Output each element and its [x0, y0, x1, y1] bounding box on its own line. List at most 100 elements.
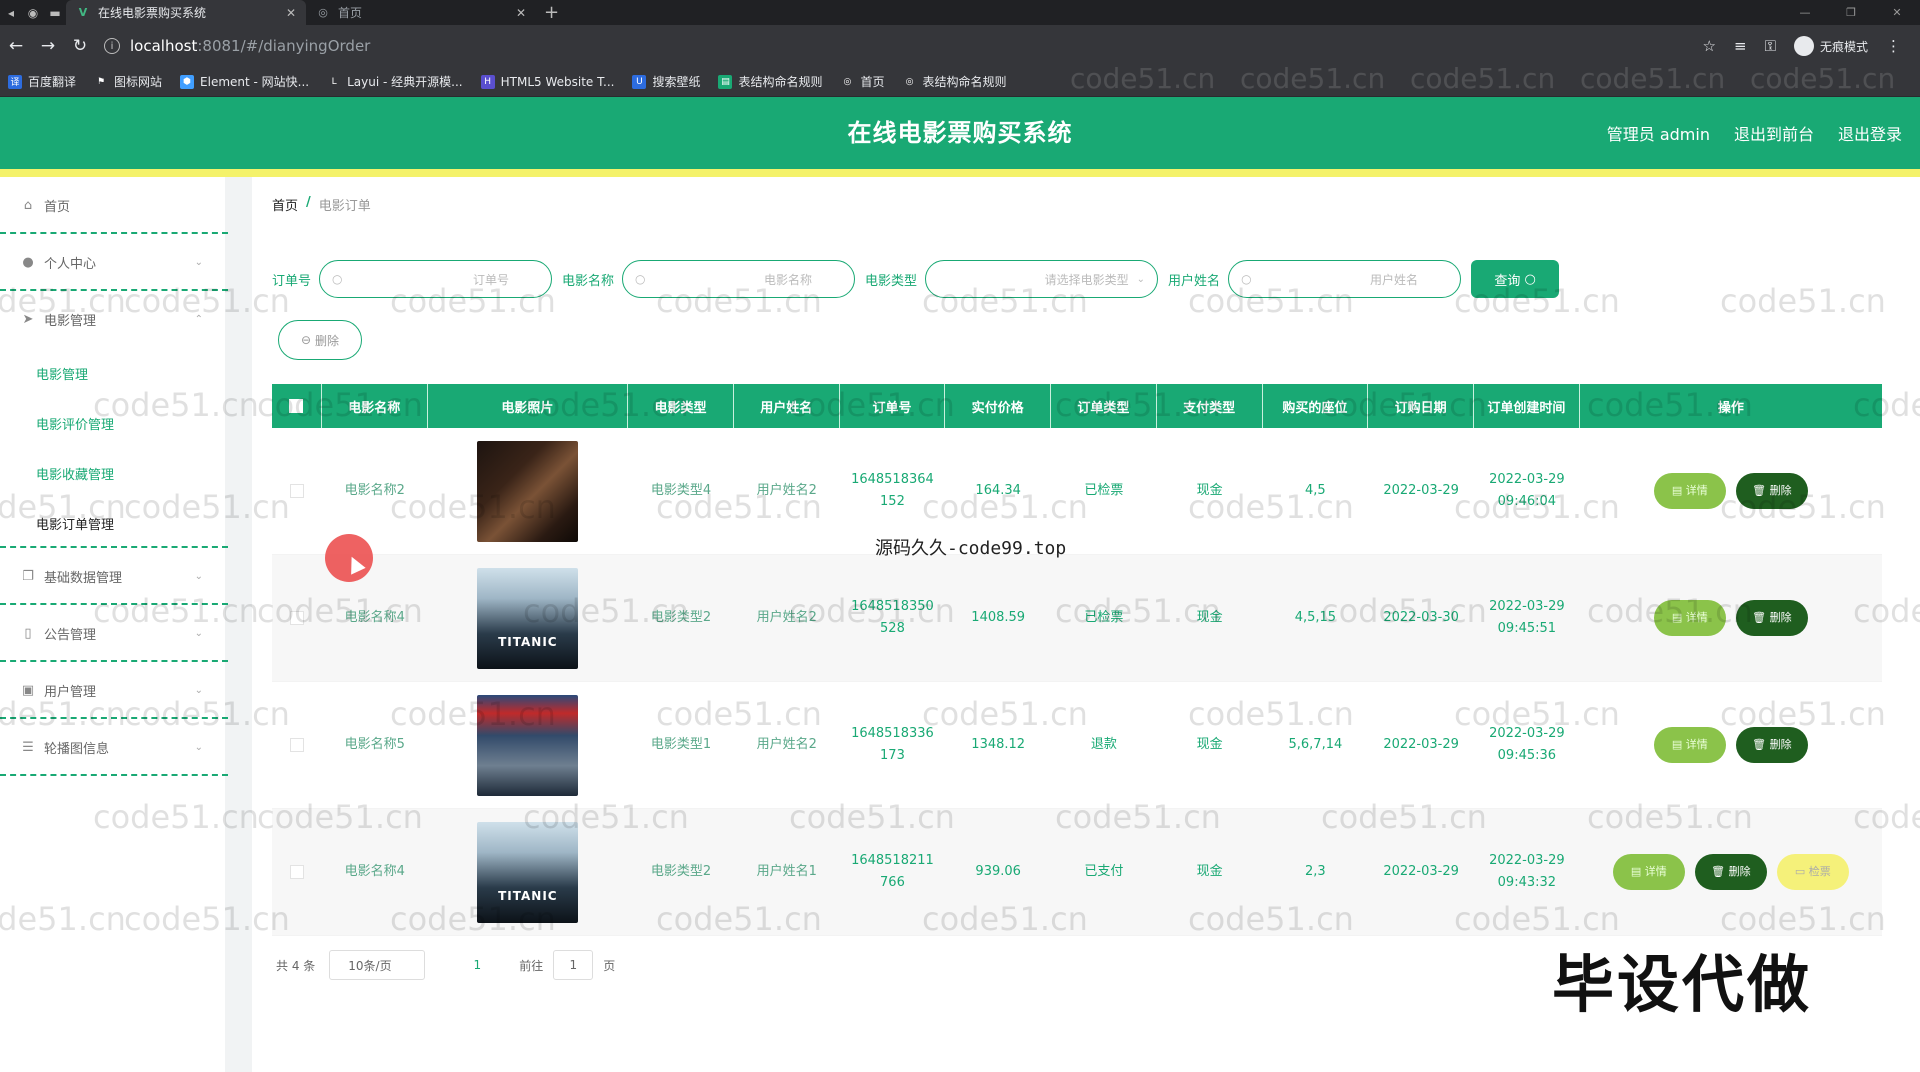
translate-icon: 译	[8, 74, 22, 89]
query-button[interactable]: 查询 ○	[1471, 260, 1560, 298]
bookmark-item[interactable]: ⬢ Element - 网站快...	[180, 73, 309, 90]
column-header[interactable]: 订单号	[840, 384, 946, 428]
maximize-icon[interactable]: ❐	[1828, 0, 1874, 25]
sidebar-item-user[interactable]: ▣ 用户管理 ⌄	[0, 662, 228, 719]
sidebar-item-notice[interactable]: ▯ 公告管理 ⌄	[0, 605, 228, 662]
bookmark-item[interactable]: U 搜索壁纸	[632, 73, 700, 90]
close-tab-icon[interactable]: ✕	[516, 6, 526, 20]
close-window-icon[interactable]: ✕	[1874, 0, 1920, 25]
row-checkbox[interactable]	[289, 484, 304, 498]
movie-poster-image: TITANIC	[477, 821, 579, 923]
column-header[interactable]: 实付价格	[945, 384, 1052, 428]
app-header: 在线电影票购买系统 管理员 admin 退出到前台 退出登录	[0, 97, 1920, 177]
created-time: 09:45:36	[1497, 748, 1557, 763]
poster-cell	[428, 428, 629, 554]
bookmark-item[interactable]: H HTML5 Website T...	[480, 74, 614, 89]
document-icon: ▤	[1671, 611, 1683, 624]
order-no-label: 订单号	[272, 273, 312, 289]
column-header[interactable]: 购买的座位	[1263, 384, 1369, 428]
created-date: 2022-03-29	[1489, 726, 1565, 741]
page-size-select[interactable]: 10条/页	[329, 950, 426, 980]
layui-icon: L	[331, 76, 337, 87]
column-header[interactable]: 订购日期	[1368, 384, 1474, 428]
bookmark-item[interactable]: 译百度翻译	[8, 73, 76, 90]
column-header[interactable]: 用户姓名	[734, 384, 840, 428]
page-size-value: 10条/页	[348, 958, 392, 973]
detail-button[interactable]: ▤ 详情	[1612, 854, 1685, 890]
sidebar-item-label: 公告管理	[44, 628, 97, 643]
detail-button[interactable]: ▤ 详情	[1653, 727, 1726, 763]
info-icon[interactable]: i	[104, 38, 120, 54]
delete-button[interactable]: 🗑 删除	[1735, 600, 1808, 636]
sidebar-item-home[interactable]: ⌂ 首页	[0, 177, 228, 234]
window-icon[interactable]: ▬	[44, 0, 66, 25]
sidebar-subitem-movie-order[interactable]: 电影订单管理	[0, 498, 228, 548]
globe-icon: ◎	[318, 6, 328, 19]
tab-search-icon[interactable]: ◂	[0, 0, 22, 25]
sidebar-item-movie-group[interactable]: ➤ 电影管理 ⌃	[0, 291, 225, 348]
column-header[interactable]: 电影名称	[322, 384, 428, 428]
close-tab-icon[interactable]: ✕	[286, 6, 296, 20]
sidebar-item-base-data[interactable]: ❐ 基础数据管理 ⌄	[0, 548, 228, 605]
delete-button[interactable]: 🗑 删除	[1694, 854, 1767, 890]
url-input[interactable]: i localhost :8081/#/dianyingOrder	[104, 32, 1694, 60]
sidebar-item-personal[interactable]: ● 个人中心 ⌄	[0, 234, 228, 291]
order-no-cell: 1648518211 766	[840, 809, 946, 935]
home-icon: ⌂	[23, 198, 33, 213]
order-no-input[interactable]: ○ 订单号	[319, 260, 553, 298]
detail-button[interactable]: ▤ 详情	[1653, 600, 1726, 636]
column-header[interactable]: 订单类型	[1051, 384, 1157, 428]
forward-icon[interactable]: →	[32, 30, 64, 62]
bookmark-item[interactable]: L Layui - 经典开源模...	[327, 73, 463, 90]
column-header[interactable]: 支付类型	[1157, 384, 1263, 428]
bookmark-item[interactable]: ▤ 表结构命名规则	[718, 73, 822, 90]
bookmark-item[interactable]: ◎ 首页	[840, 73, 885, 90]
new-tab-icon[interactable]: +	[544, 2, 559, 23]
header-links: 管理员 admin 退出到前台 退出登录	[1583, 97, 1902, 169]
delete-button[interactable]: 🗑 删除	[1735, 727, 1808, 763]
star-icon[interactable]: ☆	[1703, 37, 1716, 55]
movie-poster-image	[477, 694, 579, 796]
row-checkbox[interactable]	[289, 611, 304, 625]
user-name-input[interactable]: ○ 用户姓名	[1228, 260, 1462, 298]
column-header[interactable]: 订单创建时间	[1474, 384, 1580, 428]
trash-icon: ⊖	[301, 333, 312, 347]
extension-icon[interactable]: ◉	[22, 0, 44, 25]
incognito-indicator[interactable]: 无痕模式	[1793, 36, 1868, 56]
page-number-current[interactable]: 1	[435, 958, 519, 972]
sidebar-subitem-movie-favorite[interactable]: 电影收藏管理	[0, 448, 225, 498]
sidebar-item-carousel[interactable]: ☰ 轮播图信息 ⌄	[0, 719, 228, 776]
minimize-icon[interactable]: —	[1782, 0, 1828, 25]
sidebar-subitem-movie-review[interactable]: 电影评价管理	[0, 398, 225, 448]
table-icon: ▤	[718, 74, 733, 89]
delete-button[interactable]: 🗑 删除	[1735, 473, 1808, 509]
menu-icon[interactable]: ⋮	[1886, 37, 1901, 55]
goto-page-input[interactable]: 1	[553, 950, 594, 980]
detail-button[interactable]: ▤ 详情	[1653, 473, 1726, 509]
tab-active[interactable]: V 在线电影票购买系统 ✕	[66, 0, 306, 25]
vue-icon: V	[78, 6, 88, 19]
reload-icon[interactable]: ↻	[64, 30, 96, 62]
back-icon[interactable]: ←	[0, 30, 32, 62]
bookmark-item[interactable]: ⚑ 图标网站	[94, 73, 162, 90]
reading-list-icon[interactable]: ≡	[1734, 37, 1747, 55]
tab-inactive[interactable]: ◎ 首页 ✕	[306, 0, 536, 25]
breadcrumb-home[interactable]: 首页	[272, 195, 298, 214]
back-to-front-link[interactable]: 退出到前台	[1734, 121, 1814, 145]
batch-delete-button[interactable]: ⊖ 删除	[278, 320, 362, 360]
key-icon[interactable]: ⚿	[1765, 37, 1776, 55]
row-checkbox[interactable]	[289, 738, 304, 752]
column-header[interactable]: 电影照片	[428, 384, 629, 428]
bookmark-item[interactable]: ◎ 表结构命名规则	[903, 73, 1007, 90]
movie-name-input[interactable]: ○ 电影名称	[622, 260, 856, 298]
movie-type-select[interactable]: 请选择电影类型 ⌄	[925, 260, 1159, 298]
page-suffix: 页	[603, 958, 616, 973]
row-checkbox[interactable]	[289, 865, 304, 879]
element-icon: ⬢	[180, 74, 195, 89]
checkin-button[interactable]: ▭ 检票	[1776, 854, 1849, 890]
column-header[interactable]: 电影类型	[628, 384, 734, 428]
logout-link[interactable]: 退出登录	[1838, 121, 1902, 145]
sidebar-subitem-movie[interactable]: 电影管理	[0, 348, 225, 398]
select-all-checkbox[interactable]	[289, 399, 304, 413]
search-icon: ○	[1241, 272, 1252, 286]
